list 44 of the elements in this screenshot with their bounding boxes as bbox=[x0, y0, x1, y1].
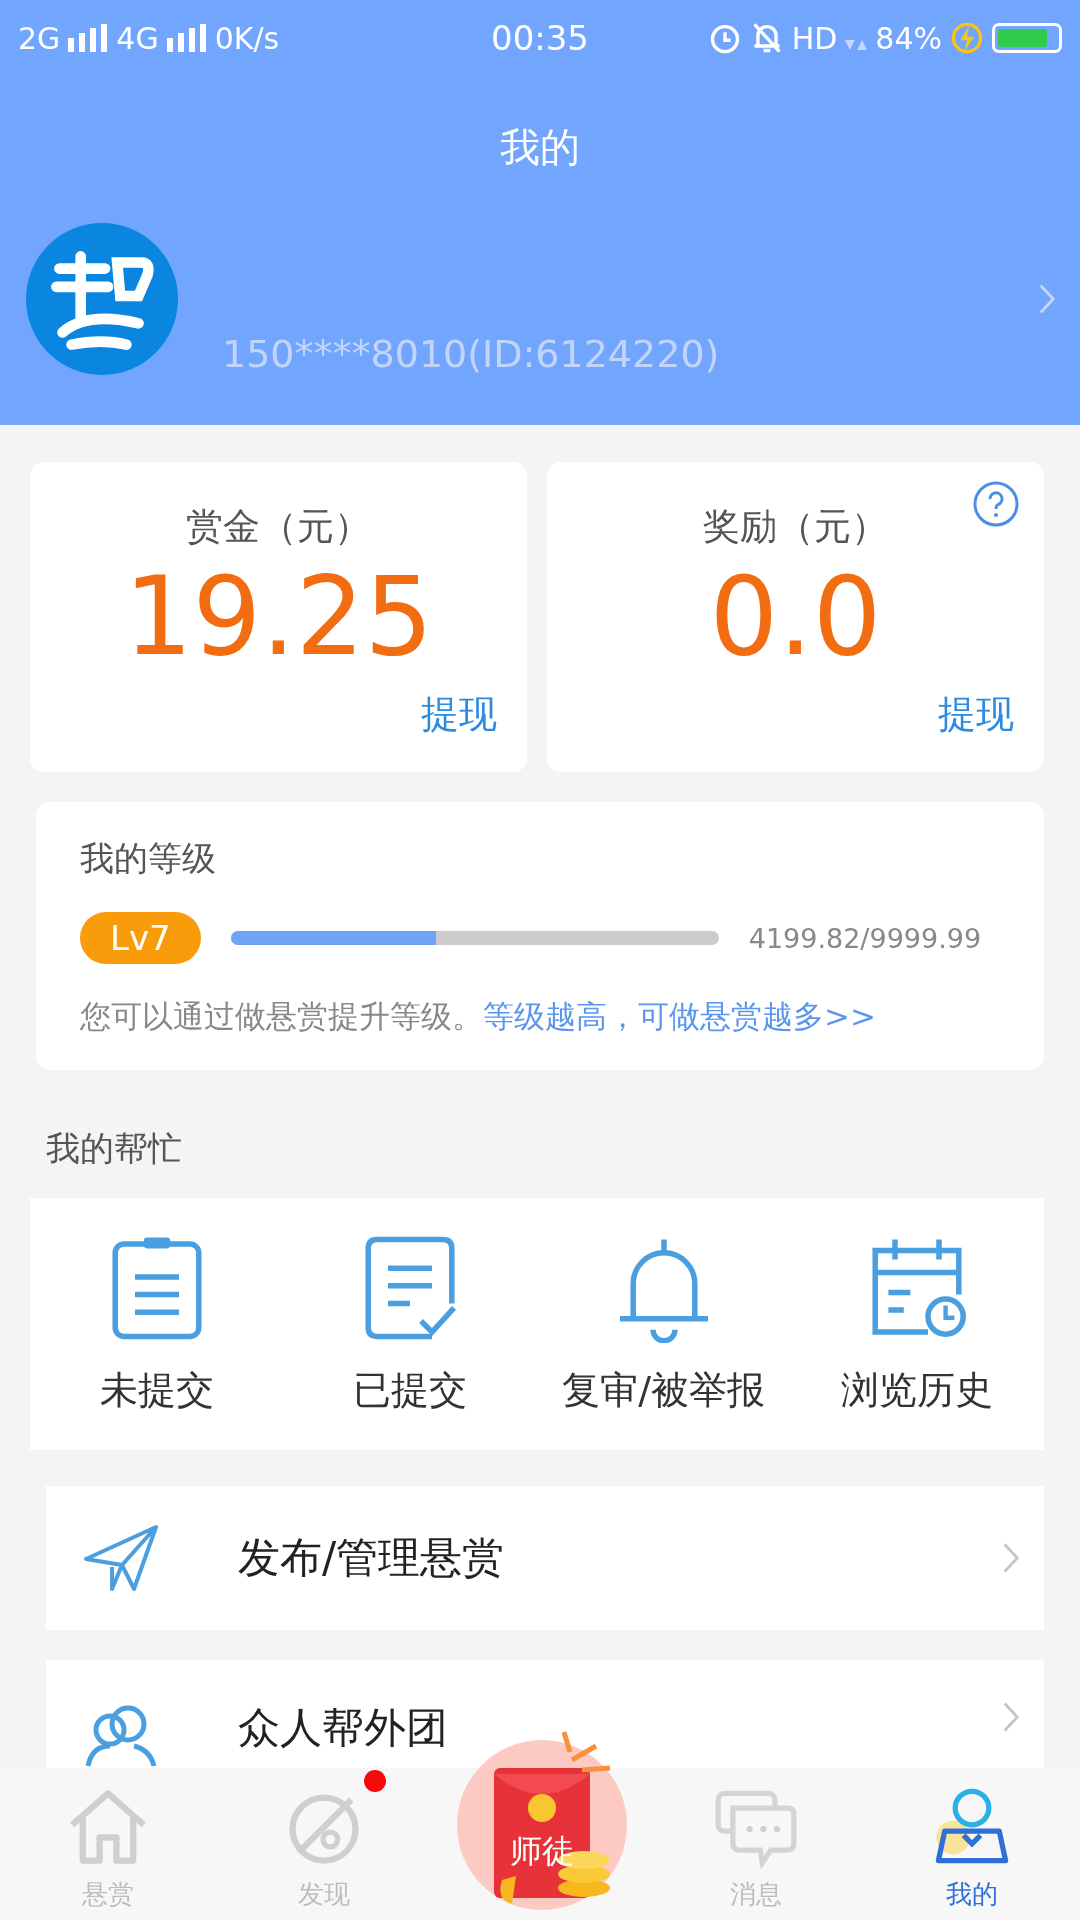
account-id: 150****8010(ID:6124220) bbox=[222, 332, 721, 376]
tab-label: 我的 bbox=[946, 1878, 998, 1911]
balance-amount: 19.25 bbox=[123, 558, 434, 677]
level-hint: 您可以通过做悬赏提升等级。 bbox=[80, 998, 483, 1034]
signal-icon bbox=[68, 24, 109, 52]
battery-percent: 84% bbox=[875, 20, 942, 56]
data-activity-icon bbox=[845, 40, 868, 50]
chevron-right-icon bbox=[1002, 1541, 1020, 1575]
menu-row[interactable]: 众人帮外团 bbox=[46, 1660, 1044, 1768]
page-title: 我的 bbox=[499, 123, 581, 172]
signal-icon bbox=[166, 24, 207, 52]
balance-amount: 0.0 bbox=[709, 558, 882, 677]
level-title: 我的等级 bbox=[80, 837, 217, 880]
chevron-right-icon bbox=[1002, 1700, 1020, 1734]
tab-label: 师徒 bbox=[509, 1831, 575, 1872]
menu-row[interactable]: 发布/管理悬赏 bbox=[46, 1486, 1044, 1630]
help-icon[interactable] bbox=[972, 480, 1020, 528]
menu-row-label: 众人帮外团 bbox=[238, 1702, 449, 1754]
progress-value: 4199.82/9999.99 bbox=[748, 922, 982, 954]
tab-label: 悬赏 bbox=[82, 1878, 134, 1911]
menu-label[interactable]: 已提交 bbox=[353, 1364, 468, 1416]
network-speed: 0K/s bbox=[214, 20, 280, 56]
clock-time: 00:35 bbox=[491, 18, 589, 58]
withdraw-link[interactable]: 提现 bbox=[421, 689, 497, 740]
level-info-link[interactable]: 等级越高，可做悬赏越多>> bbox=[483, 998, 876, 1034]
balance-label: 奖励（元） bbox=[703, 504, 888, 550]
chevron-right-icon[interactable] bbox=[1038, 282, 1056, 316]
battery-icon bbox=[992, 23, 1062, 53]
menu-row-label: 发布/管理悬赏 bbox=[238, 1532, 506, 1584]
tab-label: 发现 bbox=[298, 1878, 350, 1911]
network-type: 2G bbox=[18, 20, 61, 56]
tab-item[interactable]: 我的 bbox=[864, 1768, 1080, 1920]
tab-label: 消息 bbox=[730, 1878, 782, 1911]
balance-label: 赏金（元） bbox=[186, 504, 371, 550]
hd-indicator: HD bbox=[791, 20, 838, 56]
section-title: 我的帮忙 bbox=[46, 1127, 183, 1170]
level-badge: Lv7 bbox=[80, 912, 201, 964]
network-type: 4G bbox=[116, 20, 159, 56]
app-logo-avatar[interactable] bbox=[26, 223, 178, 375]
menu-label[interactable]: 浏览历史 bbox=[841, 1364, 994, 1416]
menu-label[interactable]: 复审/被举报 bbox=[562, 1364, 766, 1416]
menu-label[interactable]: 未提交 bbox=[99, 1364, 214, 1416]
withdraw-link[interactable]: 提现 bbox=[938, 689, 1014, 740]
charging-icon bbox=[950, 21, 984, 55]
